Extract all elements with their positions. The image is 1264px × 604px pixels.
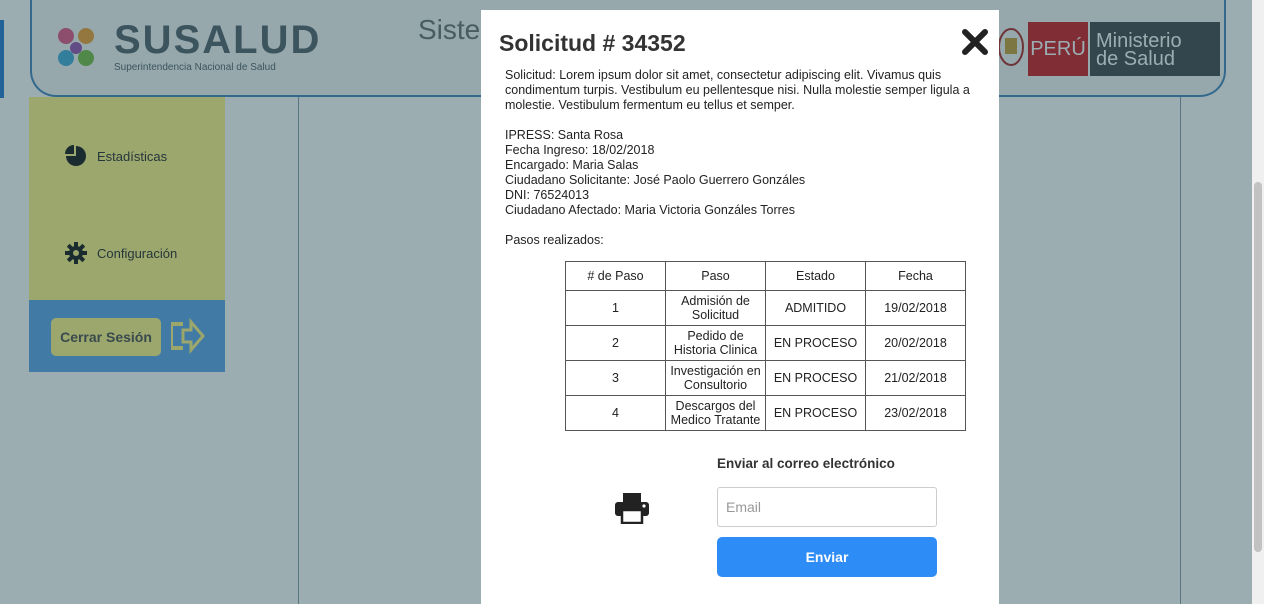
solicitud-modal: Solicitud # 34352 Solicitud: Lorem ipsum… bbox=[481, 10, 999, 604]
send-button[interactable]: Enviar bbox=[717, 537, 937, 577]
cell-step-number: 3 bbox=[565, 360, 666, 396]
page-scrollbar[interactable] bbox=[1252, 0, 1264, 604]
printer-icon[interactable] bbox=[614, 492, 650, 524]
scrollbar-thumb[interactable] bbox=[1254, 182, 1262, 552]
info-fecha-ingreso: Fecha Ingreso: 18/02/2018 bbox=[505, 143, 655, 157]
cell-step-number: 2 bbox=[565, 325, 666, 361]
steps-label: Pasos realizados: bbox=[505, 233, 604, 247]
email-section-label: Enviar al correo electrónico bbox=[717, 456, 895, 471]
cell-step-status: EN PROCESO bbox=[765, 325, 866, 361]
cell-step-status: EN PROCESO bbox=[765, 395, 866, 431]
modal-title: Solicitud # 34352 bbox=[499, 30, 686, 56]
table-row: 2 Pedido de Historia Clinica EN PROCESO … bbox=[565, 325, 966, 361]
cell-step-number: 4 bbox=[565, 395, 666, 431]
cell-step-date: 21/02/2018 bbox=[865, 360, 966, 396]
info-afectado: Ciudadano Afectado: Maria Victoria Gonzá… bbox=[505, 203, 795, 217]
cell-step-name: Pedido de Historia Clinica bbox=[665, 325, 766, 361]
request-description: Solicitud: Lorem ipsum dolor sit amet, c… bbox=[505, 68, 970, 112]
cell-step-number: 1 bbox=[565, 290, 666, 326]
info-solicitante: Ciudadano Solicitante: José Paolo Guerre… bbox=[505, 173, 806, 187]
info-encargado: Encargado: Maria Salas bbox=[505, 158, 639, 172]
column-header: Fecha bbox=[865, 261, 966, 291]
column-header: Estado bbox=[765, 261, 866, 291]
cell-step-name: Investigación en Consultorio bbox=[665, 360, 766, 396]
cell-step-date: 23/02/2018 bbox=[865, 395, 966, 431]
cell-step-date: 20/02/2018 bbox=[865, 325, 966, 361]
info-dni: DNI: 76524013 bbox=[505, 188, 590, 202]
cell-step-date: 19/02/2018 bbox=[865, 290, 966, 326]
cell-step-name: Descargos del Medico Tratante bbox=[665, 395, 766, 431]
cell-step-status: ADMITIDO bbox=[765, 290, 866, 326]
steps-table: # de Paso Paso Estado Fecha 1 Admisión d… bbox=[565, 261, 966, 431]
table-header-row: # de Paso Paso Estado Fecha bbox=[565, 261, 966, 291]
table-row: 1 Admisión de Solicitud ADMITIDO 19/02/2… bbox=[565, 290, 966, 326]
cell-step-name: Admisión de Solicitud bbox=[665, 290, 766, 326]
table-row: 3 Investigación en Consultorio EN PROCES… bbox=[565, 360, 966, 396]
cell-step-status: EN PROCESO bbox=[765, 360, 866, 396]
modal-body: Solicitud: Lorem ipsum dolor sit amet, c… bbox=[505, 68, 975, 431]
table-row: 4 Descargos del Medico Tratante EN PROCE… bbox=[565, 395, 966, 431]
column-header: # de Paso bbox=[565, 261, 666, 291]
column-header: Paso bbox=[665, 261, 766, 291]
info-ipress: IPRESS: Santa Rosa bbox=[505, 128, 624, 142]
email-input[interactable] bbox=[717, 487, 937, 527]
close-icon[interactable] bbox=[961, 28, 989, 56]
